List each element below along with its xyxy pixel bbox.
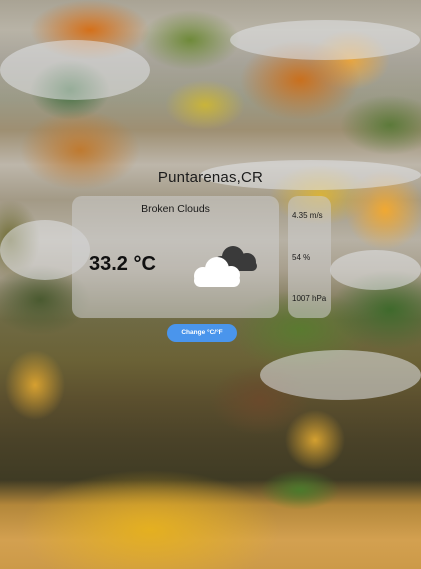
snow-patch bbox=[330, 250, 421, 290]
humidity: 54 % bbox=[292, 253, 311, 262]
location-title: Puntarenas,CR bbox=[157, 169, 264, 186]
snow-patch bbox=[230, 20, 420, 60]
details-card: 4.35 m/s 54 % 1007 hPa bbox=[288, 196, 331, 318]
pressure: 1007 hPa bbox=[292, 294, 327, 303]
weather-card: Broken Clouds 33.2 °C bbox=[72, 196, 279, 318]
weather-condition: Broken Clouds bbox=[141, 203, 210, 215]
temperature: 33.2 °C bbox=[89, 253, 156, 275]
change-unit-button[interactable]: Change °C/°F bbox=[167, 324, 237, 342]
snow-patch bbox=[260, 350, 421, 400]
snow-patch bbox=[0, 40, 150, 100]
wind-speed: 4.35 m/s bbox=[292, 211, 323, 220]
broken-clouds-icon bbox=[194, 246, 257, 287]
